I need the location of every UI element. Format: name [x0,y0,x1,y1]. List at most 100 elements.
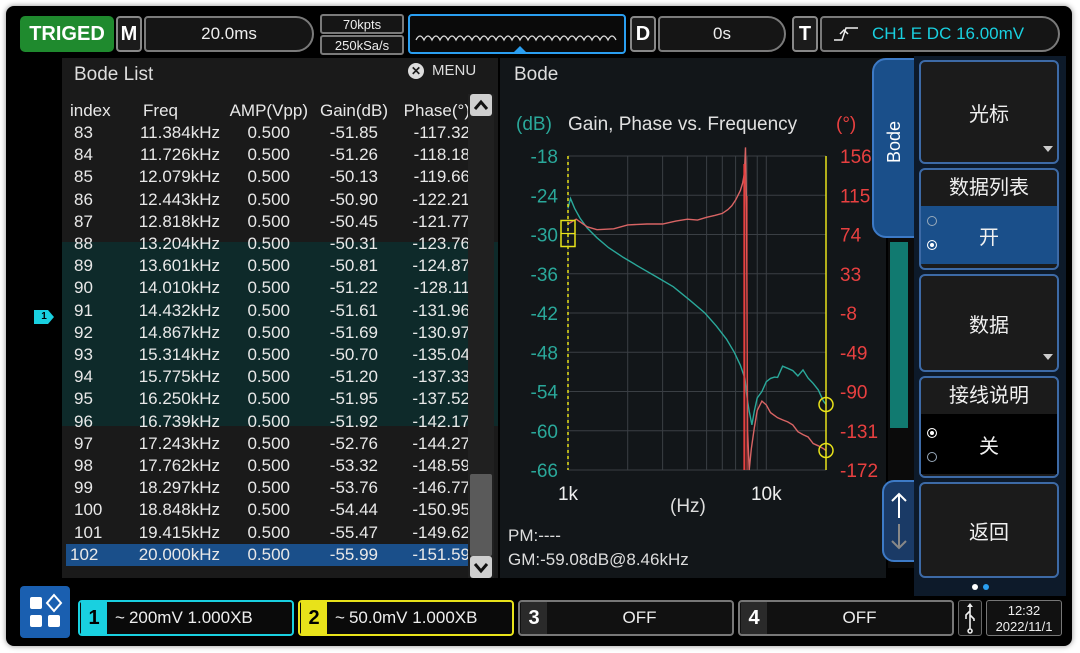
data-list-button[interactable]: 数据列表 开 [919,168,1059,270]
timebase-display[interactable]: 20.0ms [144,16,314,52]
cell-amp: 0.500 [247,433,290,453]
table-row[interactable]: 89 13.601kHz 0.500 -50.81 -124.87 [70,255,470,277]
rising-edge-icon [834,27,858,41]
cell-freq: 17.243kHz [138,433,220,453]
cell-gain: -51.92 [329,411,378,431]
ac-coupling-icon: ~ [335,608,345,627]
table-row[interactable]: 95 16.250kHz 0.500 -51.95 -137.52 [70,388,470,410]
data-list-value-box: 开 [921,206,1057,264]
x-axis-unit: (Hz) [670,496,706,517]
cell-index: 97 [74,433,93,453]
clock-time: 12:32 [1007,603,1041,618]
header-amp: AMP(Vpp) [229,101,308,120]
delay-display[interactable]: 0s [658,16,786,52]
back-button[interactable]: 返回 [919,482,1059,578]
radio-off-icon [927,452,937,462]
page-indicator [972,584,989,590]
cell-index: 99 [74,478,93,498]
ch1-button[interactable]: 1 ~ 200mV 1.000XB [78,600,294,636]
cell-phase: -117.32 [413,123,470,142]
cell-amp: 0.500 [247,123,290,142]
cell-amp: 0.500 [247,322,290,342]
table-row[interactable]: 90 14.010kHz 0.500 -51.22 -128.11 [70,277,470,299]
trigger-t-button[interactable]: T [792,16,818,52]
submenu-corner-icon [1043,354,1053,360]
cell-index: 83 [74,123,93,142]
list-scrollbar[interactable] [468,94,494,578]
scroll-thumb[interactable] [470,474,492,556]
cell-amp: 0.500 [247,500,290,520]
cell-index: 85 [74,167,93,187]
cell-index: 101 [74,522,103,542]
right-tick-label: -131 [840,422,878,443]
ch3-button[interactable]: 3 OFF [518,600,734,636]
cell-gain: -50.45 [329,211,378,231]
left-tick-label: -42 [531,304,558,325]
trigger-info: CH1 E DC 16.00mV [872,24,1025,43]
right-tick-label: 156 [840,147,872,168]
cursor-button[interactable]: 光标 [919,60,1059,164]
clock: 12:32 2022/11/1 [986,600,1062,636]
cell-index: 93 [74,345,93,364]
table-row[interactable]: 87 12.818kHz 0.500 -50.45 -121.77 [70,211,470,233]
table-row[interactable]: 83 11.384kHz 0.500 -51.85 -117.32 [70,122,470,144]
ch4-button[interactable]: 4 OFF [738,600,954,636]
gain-margin-text: GM:-59.08dB@8.46kHz [508,550,689,569]
table-row[interactable]: 84 11.726kHz 0.500 -51.26 -118.18 [70,144,470,166]
cell-phase: -118.18 [413,145,470,165]
trigger-display[interactable]: CH1 E DC 16.00mV [820,16,1060,52]
left-tick-label: -66 [531,461,558,482]
table-row[interactable]: 93 15.314kHz 0.500 -50.70 -135.04 [70,344,470,366]
table-row[interactable]: 96 16.739kHz 0.500 -51.92 -142.17 [70,411,470,433]
cell-gain: -55.47 [329,522,378,542]
cell-gain: -50.31 [329,234,378,253]
cell-amp: 0.500 [247,411,290,431]
ch2-button[interactable]: 2 ~ 50.0mV 1.000XB [298,600,514,636]
cell-index: 95 [74,389,93,409]
table-row[interactable]: 102 20.000kHz 0.500 -55.99 -151.59 [66,543,470,566]
cell-freq: 16.250kHz [138,389,220,409]
horizontal-m-button[interactable]: M [116,16,142,52]
cell-freq: 15.775kHz [138,367,220,387]
table-row[interactable]: 88 13.204kHz 0.500 -50.31 -123.76 [70,233,470,255]
header-gain: Gain(dB) [319,101,388,120]
cell-index: 94 [74,367,93,387]
cell-freq: 14.867kHz [138,322,220,342]
cell-phase: -149.62 [412,522,470,542]
cell-amp: 0.500 [247,345,290,364]
cursor-label: 光标 [969,103,1009,126]
table-row[interactable]: 85 12.079kHz 0.500 -50.13 -119.66 [70,166,470,188]
cell-freq: 18.297kHz [138,478,220,498]
back-label: 返回 [969,521,1009,544]
cell-phase: -122.21 [412,189,470,209]
cell-phase: -146.77 [412,478,470,498]
wiring-value: 关 [979,435,999,458]
delay-d-button[interactable]: D [630,16,656,52]
bode-list-close-button[interactable]: ✕ MENU [408,62,476,79]
submenu-corner-icon [1043,146,1053,152]
table-row[interactable]: 94 15.775kHz 0.500 -51.20 -137.33 [70,366,470,388]
right-axis-unit: (°) [836,114,857,135]
scroll-down-icon[interactable] [470,556,492,578]
table-row[interactable]: 86 12.443kHz 0.500 -50.90 -122.21 [70,189,470,211]
waveform-overview[interactable] [408,14,626,54]
right-tick-label: -172 [840,461,878,482]
apps-button[interactable] [20,586,70,638]
table-row[interactable]: 101 19.415kHz 0.500 -55.47 -149.62 [70,522,470,544]
wiring-button[interactable]: 接线说明 关 [919,376,1059,478]
scroll-up-icon[interactable] [470,94,492,116]
data-button[interactable]: 数据 [919,274,1059,372]
table-row[interactable]: 92 14.867kHz 0.500 -51.69 -130.97 [70,322,470,344]
table-row[interactable]: 99 18.297kHz 0.500 -53.76 -146.77 [70,477,470,499]
table-row[interactable]: 100 18.848kHz 0.500 -54.44 -150.95 [70,499,470,521]
table-row[interactable]: 97 17.243kHz 0.500 -52.76 -144.27 [70,433,470,455]
page-nav-button[interactable] [882,480,916,562]
bode-side-tab[interactable]: Bode [872,58,916,238]
table-row[interactable]: 91 14.432kHz 0.500 -51.61 -131.96 [70,300,470,322]
right-tick-label: -8 [840,304,857,325]
table-row[interactable]: 98 17.762kHz 0.500 -53.32 -148.59 [70,455,470,477]
ch1-level-marker[interactable]: 1 [34,310,54,324]
cell-index: 102 [70,544,99,564]
cell-amp: 0.500 [247,234,290,253]
cell-gain: -50.70 [329,345,378,364]
